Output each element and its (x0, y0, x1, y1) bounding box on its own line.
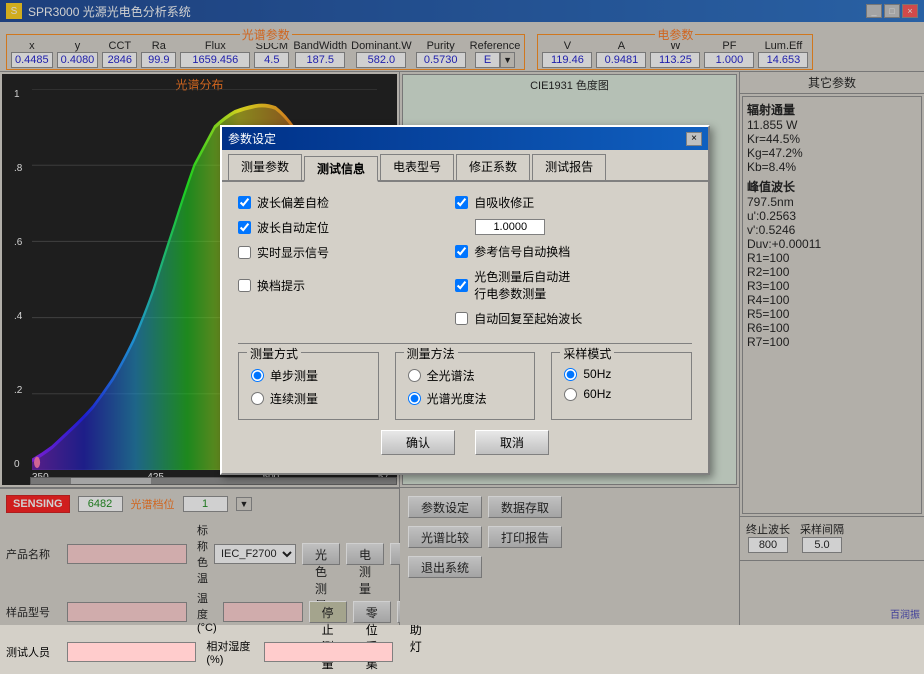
wavelength-auto-pos-label: 波长自动定位 (257, 219, 329, 236)
continuous-radio[interactable] (251, 392, 264, 405)
auto-electric-param-label: 光色测量后自动进行电参数测量 (474, 268, 570, 302)
measure-mode-group: 测量方式 单步测量 连续测量 (238, 352, 379, 420)
auto-absorb-check[interactable] (455, 196, 468, 209)
cancel-button[interactable]: 取消 (475, 430, 549, 455)
full-spectrum-row: 全光谱法 (408, 367, 523, 384)
tester-row: 测试人员 相对湿度(%) (6, 638, 393, 666)
auto-absorb-value-input[interactable] (475, 219, 545, 235)
realtime-signal-check[interactable] (238, 246, 251, 259)
auto-return-wavelength-check[interactable] (455, 312, 468, 325)
realtime-signal-label: 实时显示信号 (257, 244, 329, 261)
auto-electric-param-check[interactable] (455, 279, 468, 292)
dialog-divider (238, 343, 692, 344)
single-step-row: 单步测量 (251, 367, 366, 384)
dialog-title: 参数设定 (228, 130, 276, 147)
change-archive-check[interactable] (238, 279, 251, 292)
dialog-body: 波长偏差自检 波长自动定位 实时显示信号 换档提示 (222, 182, 708, 473)
tester-label: 测试人员 (6, 644, 61, 660)
tab-test-report[interactable]: 测试报告 (532, 154, 606, 180)
dialog-tabs: 测量参数 测试信息 电表型号 修正系数 测试报告 (222, 150, 708, 182)
tab-test-info[interactable]: 测试信息 (304, 156, 378, 182)
ref-signal-auto-switch-label: 参考信号自动换档 (474, 243, 570, 260)
50hz-row: 50Hz (564, 367, 679, 381)
60hz-radio[interactable] (564, 388, 577, 401)
change-archive-label: 换档提示 (257, 277, 305, 294)
60hz-row: 60Hz (564, 387, 679, 401)
50hz-label: 50Hz (583, 367, 611, 381)
continuous-label: 连续测量 (270, 390, 318, 407)
spectral-photometry-radio[interactable] (408, 392, 421, 405)
measure-mode-label: 测量方式 (247, 345, 301, 362)
change-archive-row: 换档提示 (238, 277, 435, 294)
50hz-radio[interactable] (564, 368, 577, 381)
full-spectrum-radio[interactable] (408, 369, 421, 382)
wavelength-bias-row: 波长偏差自检 (238, 194, 435, 211)
wavelength-auto-pos-check[interactable] (238, 221, 251, 234)
dialog-close-button[interactable]: × (686, 132, 702, 146)
tester-input[interactable] (67, 642, 196, 662)
ref-signal-auto-switch-row: 参考信号自动换档 (455, 243, 692, 260)
humidity-input[interactable] (264, 642, 393, 662)
continuous-row: 连续测量 (251, 390, 366, 407)
measure-method-label: 测量方法 (404, 345, 458, 362)
wavelength-bias-check[interactable] (238, 196, 251, 209)
dialog-buttons: 确认 取消 (238, 420, 692, 461)
ref-signal-auto-switch-check[interactable] (455, 245, 468, 258)
auto-absorb-row: 自吸收修正 (455, 194, 692, 211)
right-checkboxes: 自吸收修正 参考信号自动换档 光色测量后自动进行电参数测量 (455, 194, 692, 335)
wavelength-bias-label: 波长偏差自检 (257, 194, 329, 211)
humidity-label: 相对湿度(%) (206, 638, 257, 666)
modal-overlay: 参数设定 × 测量参数 测试信息 电表型号 修正系数 测试报告 波长偏差自检 (0, 0, 924, 625)
dialog-bottom-section: 测量方式 单步测量 连续测量 测量方法 全光谱法 (238, 352, 692, 420)
single-step-radio[interactable] (251, 369, 264, 382)
auto-return-wavelength-label: 自动回复至起始波长 (474, 310, 582, 327)
auto-absorb-label: 自吸收修正 (474, 194, 534, 211)
60hz-label: 60Hz (583, 387, 611, 401)
auto-return-wavelength-row: 自动回复至起始波长 (455, 310, 692, 327)
tab-measure-params[interactable]: 测量参数 (228, 154, 302, 180)
realtime-signal-row: 实时显示信号 (238, 244, 435, 261)
full-spectrum-label: 全光谱法 (427, 367, 475, 384)
tab-meter-model[interactable]: 电表型号 (380, 154, 454, 180)
wavelength-auto-pos-row: 波长自动定位 (238, 219, 435, 236)
dialog-title-bar: 参数设定 × (222, 127, 708, 150)
single-step-label: 单步测量 (270, 367, 318, 384)
measure-method-group: 测量方法 全光谱法 光谱光度法 (395, 352, 536, 420)
spectral-photometry-label: 光谱光度法 (427, 390, 487, 407)
sample-mode-group: 采样模式 50Hz 60Hz (551, 352, 692, 420)
tab-correction-factor[interactable]: 修正系数 (456, 154, 530, 180)
auto-electric-param-row: 光色测量后自动进行电参数测量 (455, 268, 692, 302)
confirm-button[interactable]: 确认 (381, 430, 455, 455)
left-checkboxes: 波长偏差自检 波长自动定位 实时显示信号 换档提示 (238, 194, 435, 335)
params-dialog: 参数设定 × 测量参数 测试信息 电表型号 修正系数 测试报告 波长偏差自检 (220, 125, 710, 475)
sample-mode-label: 采样模式 (560, 345, 614, 362)
spectral-photometry-row: 光谱光度法 (408, 390, 523, 407)
